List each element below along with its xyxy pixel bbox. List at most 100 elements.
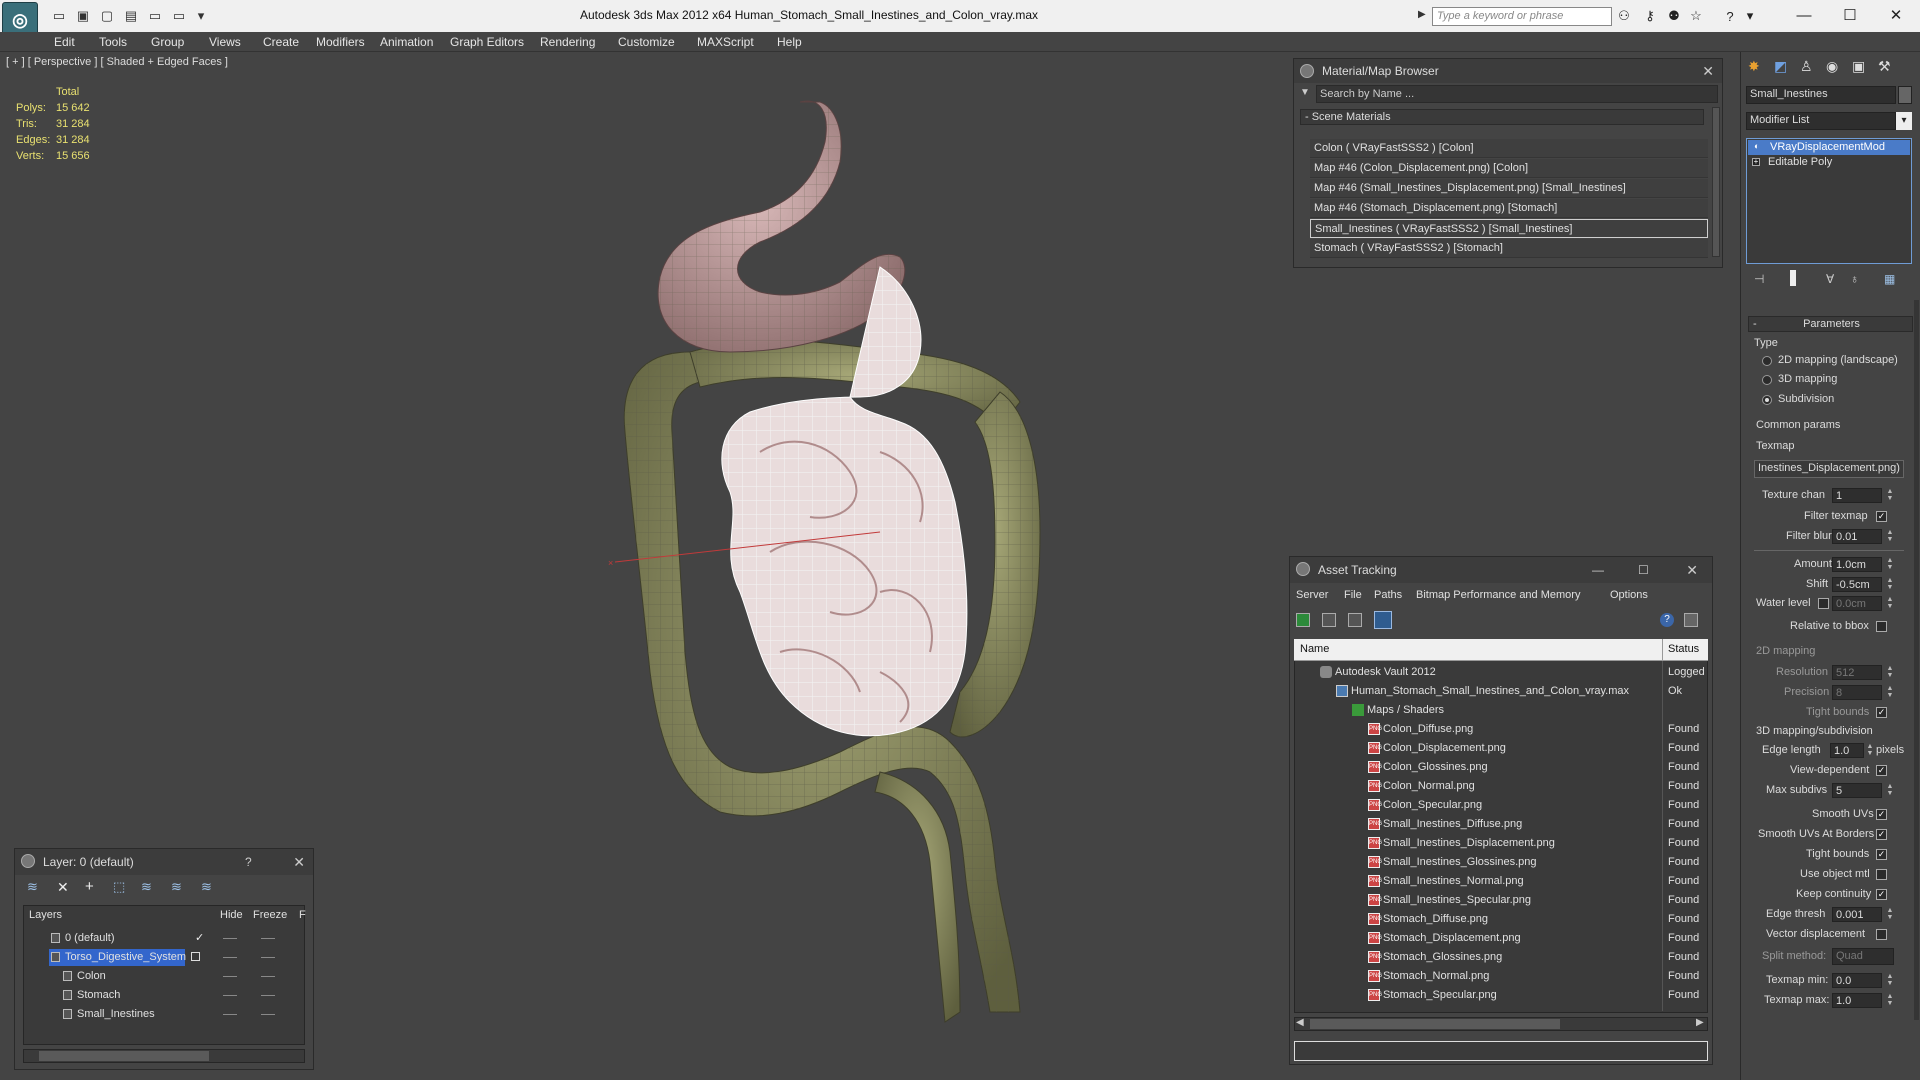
menu-file[interactable]: File <box>1344 589 1362 601</box>
filter-texmap-checkbox[interactable]: ✓ <box>1876 511 1887 522</box>
motion-tab-icon[interactable]: ◉ <box>1826 58 1842 74</box>
asset-row[interactable]: PNGSmall_Inestines_Diffuse.png Found <box>1294 815 1708 834</box>
radio-subdivision[interactable] <box>1762 395 1772 405</box>
filter-blur-field[interactable]: 0.01 <box>1832 529 1882 544</box>
modify-tab-icon[interactable]: ◩ <box>1774 58 1790 74</box>
hide-toggle[interactable] <box>223 1014 237 1015</box>
water-level-checkbox[interactable] <box>1818 598 1829 609</box>
max-subdivs-field[interactable]: 5 <box>1832 783 1882 798</box>
radio-3d-mapping[interactable] <box>1762 375 1772 385</box>
freeze-toggle[interactable] <box>261 976 275 977</box>
help-icon[interactable]: ? <box>1660 613 1674 627</box>
pin-stack-icon[interactable]: ⊣ <box>1754 272 1764 286</box>
asset-row[interactable]: PNGSmall_Inestines_Specular.png Found <box>1294 891 1708 910</box>
menu-maxscript[interactable]: MAXScript <box>697 33 754 51</box>
maximize-button[interactable]: ☐ <box>1830 4 1870 26</box>
asset-row[interactable]: PNGColon_Diffuse.png Found <box>1294 720 1708 739</box>
menu-edit[interactable]: Edit <box>54 33 75 51</box>
texmap-max-field[interactable]: 1.0 <box>1832 993 1882 1008</box>
amount-field[interactable]: 1.0cm <box>1832 557 1882 572</box>
create-layer-icon[interactable]: ≋ <box>27 879 43 895</box>
vector-displacement-checkbox[interactable] <box>1876 929 1887 940</box>
hide-toggle[interactable] <box>223 976 237 977</box>
spinner-icon[interactable]: ▲ ▼ <box>1886 685 1894 699</box>
lightbulb-icon[interactable]: ◐ <box>1754 141 1759 151</box>
favorites-star-icon[interactable]: ☆ <box>1686 8 1706 24</box>
menu-group[interactable]: Group <box>151 33 184 51</box>
new-scene-icon[interactable]: ▢ <box>98 8 116 24</box>
make-unique-icon[interactable]: ∀ <box>1826 272 1834 286</box>
type-option-3d[interactable]: 3D mapping <box>1778 373 1837 385</box>
keyword-search-input[interactable]: Type a keyword or phrase <box>1432 7 1612 26</box>
asset-row[interactable]: PNGStomach_Glossines.png Found <box>1294 948 1708 967</box>
path-field[interactable] <box>1294 1041 1708 1061</box>
hide-toggle[interactable] <box>223 995 237 996</box>
highlight-layer-icon[interactable]: ≋ <box>141 879 157 895</box>
layer-row[interactable]: Torso_Digestive_System <box>25 948 303 967</box>
asset-row[interactable]: PNGSmall_Inestines_Displacement.png Found <box>1294 834 1708 853</box>
material-browser-titlebar[interactable]: Material/Map Browser ✕ <box>1294 59 1722 83</box>
settings-icon[interactable] <box>1684 613 1698 627</box>
scrollbar-thumb[interactable] <box>1310 1019 1560 1029</box>
asset-row[interactable]: Maps / Shaders <box>1294 701 1708 720</box>
menu-help[interactable]: Help <box>777 33 802 51</box>
binoculars-icon[interactable]: ⚇ <box>1614 8 1634 24</box>
redo-icon[interactable]: ▭ <box>170 8 188 24</box>
water-level-field[interactable]: 0.0cm <box>1832 596 1882 611</box>
menu-paths[interactable]: Paths <box>1374 589 1402 601</box>
spinner-icon[interactable]: ▲ ▼ <box>1886 557 1894 571</box>
minimize-button[interactable]: — <box>1784 4 1824 26</box>
radio-2d-mapping[interactable] <box>1762 356 1772 366</box>
material-item[interactable]: Colon ( VRayFastSSS2 ) [Colon] <box>1310 139 1708 158</box>
spinner-icon[interactable]: ▲ ▼ <box>1886 993 1894 1007</box>
stack-item-editable-poly[interactable]: Editable Poly <box>1768 156 1832 168</box>
scene-materials-header[interactable]: - Scene Materials <box>1300 109 1704 125</box>
current-layer-check-icon[interactable]: ✓ <box>195 929 204 948</box>
spinner-icon[interactable]: ▲ ▼ <box>1886 488 1894 502</box>
people-icon[interactable]: ⚉ <box>1664 8 1684 24</box>
scroll-right-icon[interactable]: ▶ <box>1696 1017 1704 1028</box>
asset-row[interactable]: PNGStomach_Normal.png Found <box>1294 967 1708 986</box>
use-object-mtl-checkbox[interactable] <box>1876 869 1887 880</box>
column-freeze[interactable]: Freeze <box>253 909 287 921</box>
material-scrollbar[interactable] <box>1712 107 1720 257</box>
tight-bounds-3d-checkbox[interactable]: ✓ <box>1876 849 1887 860</box>
edge-length-field[interactable]: 1.0 <box>1830 743 1864 758</box>
asset-row[interactable]: PNGColon_Specular.png Found <box>1294 796 1708 815</box>
asset-row[interactable]: PNGSmall_Inestines_Normal.png Found <box>1294 872 1708 891</box>
options-dropdown-icon[interactable]: ▼ <box>1300 87 1310 98</box>
object-color-swatch[interactable] <box>1898 86 1912 104</box>
freeze-toggle[interactable] <box>261 938 275 939</box>
resolution-field[interactable]: 512 <box>1832 665 1882 680</box>
list-view-icon[interactable] <box>1322 613 1336 627</box>
asset-tracking-titlebar[interactable]: Asset Tracking — ☐ ✕ <box>1290 557 1712 583</box>
freeze-toggle[interactable] <box>261 957 275 958</box>
asset-row[interactable]: Human_Stomach_Small_Inestines_and_Colon_… <box>1294 682 1708 701</box>
precision-field[interactable]: 8 <box>1832 685 1882 700</box>
column-status[interactable]: Status <box>1668 643 1699 655</box>
view-dependent-checkbox[interactable]: ✓ <box>1876 765 1887 776</box>
material-search-input[interactable]: Search by Name ... <box>1316 85 1718 103</box>
asset-row[interactable]: PNGStomach_Displacement.png Found <box>1294 929 1708 948</box>
split-method-dropdown[interactable]: Quad <box>1832 948 1894 965</box>
active-layer-checkbox[interactable] <box>191 952 200 961</box>
layer-manager-titlebar[interactable]: Layer: 0 (default) ? ✕ <box>15 849 313 875</box>
type-option-subdivision[interactable]: Subdivision <box>1778 393 1834 405</box>
expand-arrow-icon[interactable]: ▶ <box>1418 9 1426 20</box>
copy-icon[interactable]: ▤ <box>122 8 140 24</box>
close-button[interactable]: ✕ <box>1876 4 1916 26</box>
command-panel-scrollbar[interactable] <box>1914 300 1919 1020</box>
spinner-icon[interactable]: ▲ ▼ <box>1886 973 1894 987</box>
viewport-label[interactable]: [ + ] [ Perspective ] [ Shaded + Edged F… <box>6 56 228 68</box>
material-item[interactable]: Map #46 (Colon_Displacement.png) [Colon] <box>1310 159 1708 178</box>
menu-bitmap-performance[interactable]: Bitmap Performance and Memory <box>1416 589 1580 601</box>
spinner-icon[interactable]: ▲ ▼ <box>1886 907 1894 921</box>
freeze-toggle[interactable] <box>261 995 275 996</box>
material-item-selected[interactable]: Small_Inestines ( VRayFastSSS2 ) [Small_… <box>1310 219 1708 238</box>
menu-graph-editors[interactable]: Graph Editors <box>450 33 524 51</box>
freeze-all-icon[interactable]: ≋ <box>201 879 217 895</box>
dropdown-arrow-icon[interactable]: ▾ <box>192 8 210 24</box>
menu-views[interactable]: Views <box>209 33 241 51</box>
spinner-icon[interactable]: ▲ ▼ <box>1866 743 1874 757</box>
spinner-icon[interactable]: ▲ ▼ <box>1886 596 1894 610</box>
